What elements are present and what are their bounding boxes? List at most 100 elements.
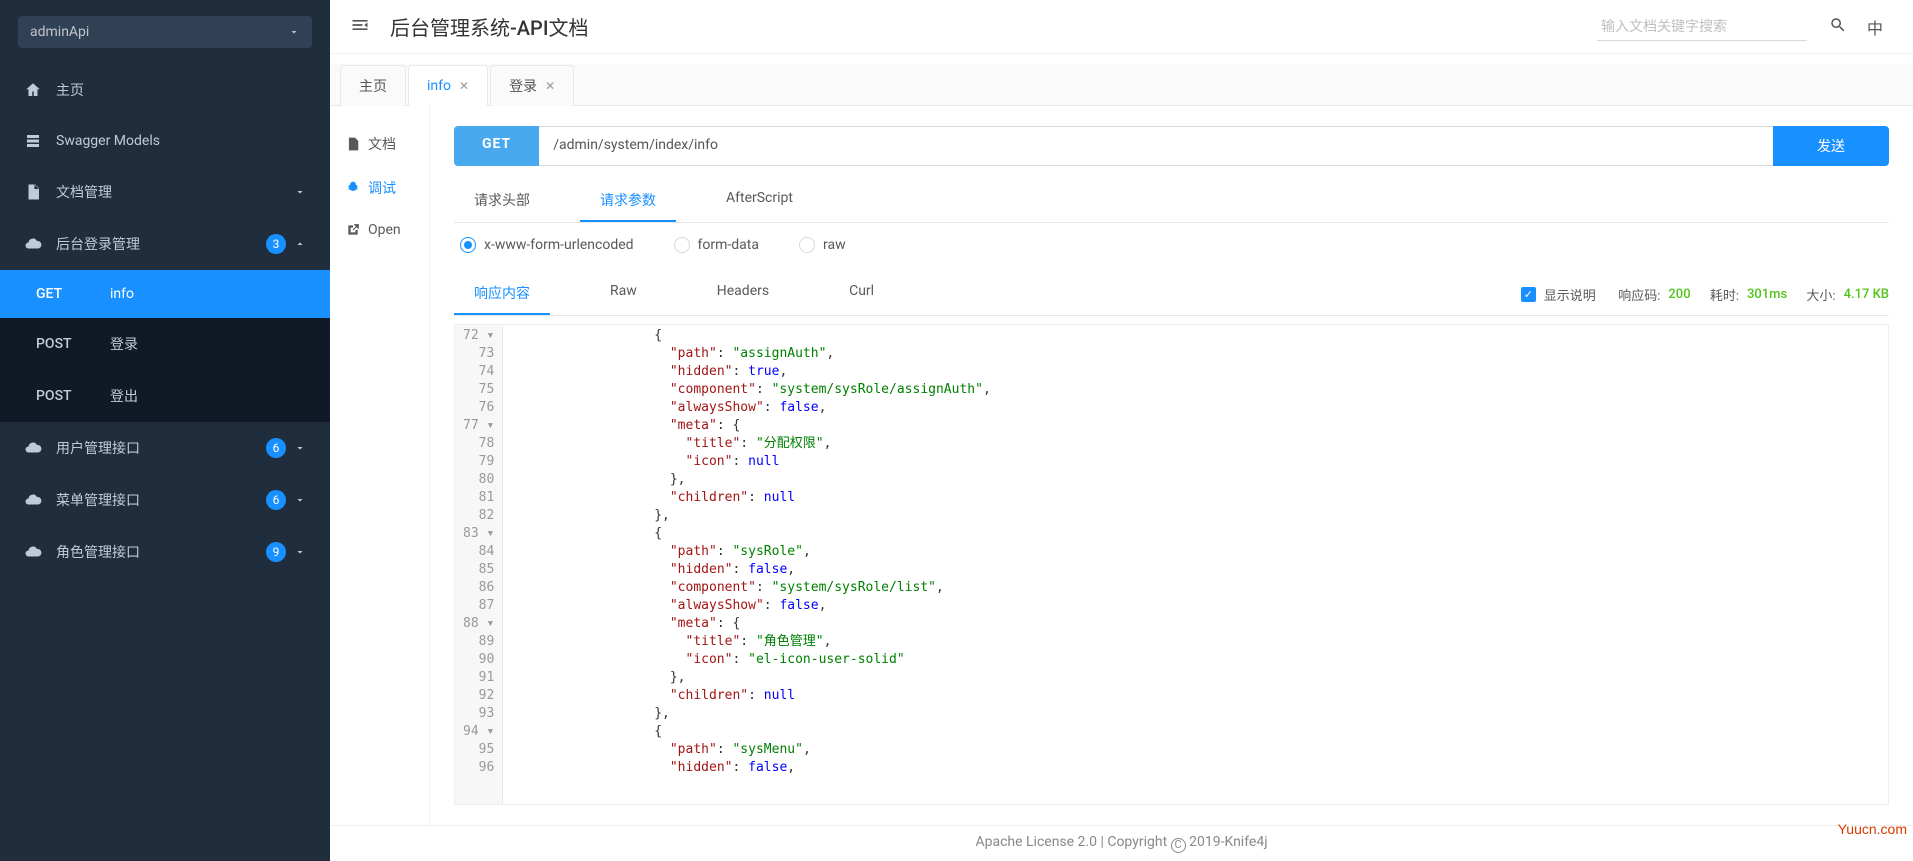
sidebar-subitem-label: info: [110, 286, 134, 302]
badge: 3: [266, 234, 286, 254]
left-nav-label: 调试: [368, 178, 396, 198]
tab-info[interactable]: info ✕: [408, 65, 488, 106]
left-nav-调试[interactable]: 调试: [330, 166, 429, 210]
response-time-label: 耗时:: [1710, 285, 1739, 304]
sidebar-item-label: 后台登录管理: [56, 234, 266, 254]
left-nav-文档[interactable]: 文档: [330, 122, 429, 166]
tab-bar: 主页 info ✕ 登录 ✕: [330, 64, 1913, 106]
radio-label: raw: [823, 237, 846, 253]
search-input[interactable]: [1597, 12, 1807, 41]
url-input[interactable]: /admin/system/index/info: [539, 126, 1773, 166]
tab-label: 登录: [509, 76, 537, 96]
chevron-up-icon: [294, 238, 306, 250]
show-desc-checkbox[interactable]: ✓: [1521, 287, 1536, 302]
footer: Apache License 2.0 | Copyright C 2019-Kn…: [330, 825, 1913, 861]
response-code-value: 200: [1668, 287, 1690, 302]
response-tab-响应内容[interactable]: 响应内容: [454, 273, 550, 315]
radio-label: x-www-form-urlencoded: [484, 237, 634, 253]
sidebar-subitem-label: 登出: [110, 386, 138, 406]
sidebar: adminApi 主页 Swagger Models 文档管理 后台登录管理 3…: [0, 0, 330, 861]
sidebar-item-菜单管理接口[interactable]: 菜单管理接口 6: [0, 474, 330, 526]
sidebar-item-label: 菜单管理接口: [56, 490, 266, 510]
sidebar-item-Swagger Models[interactable]: Swagger Models: [0, 116, 330, 166]
sidebar-item-用户管理接口[interactable]: 用户管理接口 6: [0, 422, 330, 474]
chevron-down-icon: [294, 494, 306, 506]
method-tag: GET: [36, 286, 82, 302]
left-nav-label: Open: [368, 222, 401, 238]
response-code-label: 响应码:: [1618, 285, 1660, 304]
content-type-radios: x-www-form-urlencoded form-data raw: [454, 237, 1889, 253]
radio-x-www-form-urlencoded[interactable]: x-www-form-urlencoded: [460, 237, 634, 253]
sidebar-subitem-label: 登录: [110, 334, 138, 354]
response-size-label: 大小:: [1806, 285, 1835, 304]
sidebar-subitem-登录[interactable]: POST 登录: [0, 318, 330, 370]
page-title: 后台管理系统-API文档: [390, 12, 1597, 41]
left-nav-label: 文档: [368, 134, 396, 154]
sidebar-subitem-登出[interactable]: POST 登出: [0, 370, 330, 422]
code-viewer[interactable]: 72 ▾7374757677 ▾787980818283 ▾8485868788…: [454, 324, 1889, 805]
tab-label: info: [427, 78, 451, 94]
collapse-sidebar-button[interactable]: [350, 15, 370, 39]
sidebar-item-角色管理接口[interactable]: 角色管理接口 9: [0, 526, 330, 578]
tab-主页[interactable]: 主页: [340, 65, 406, 106]
language-toggle[interactable]: 中: [1867, 15, 1883, 39]
api-selector-value: adminApi: [30, 24, 89, 40]
search-icon: [1829, 16, 1847, 34]
close-icon[interactable]: ✕: [459, 79, 469, 93]
sidebar-item-label: 用户管理接口: [56, 438, 266, 458]
badge: 9: [266, 542, 286, 562]
chevron-down-icon: [294, 442, 306, 454]
tab-登录[interactable]: 登录 ✕: [490, 65, 574, 106]
chevron-down-icon: [294, 186, 306, 198]
send-button[interactable]: 发送: [1773, 126, 1889, 166]
sidebar-item-文档管理[interactable]: 文档管理: [0, 166, 330, 218]
radio-icon: [799, 237, 815, 253]
response-tab-Raw[interactable]: Raw: [590, 273, 657, 315]
badge: 6: [266, 490, 286, 510]
sidebar-item-后台登录管理[interactable]: 后台登录管理 3: [0, 218, 330, 270]
bug-icon: [346, 181, 360, 195]
sidebar-item-label: 角色管理接口: [56, 542, 266, 562]
left-nav-Open[interactable]: Open: [330, 210, 429, 250]
param-tabs: 请求头部请求参数 AfterScript: [454, 180, 1889, 223]
response-tab-Headers[interactable]: Headers: [697, 273, 789, 315]
cloud-icon: [24, 543, 42, 561]
show-desc-label: 显示说明: [1544, 285, 1596, 304]
response-time-value: 301ms: [1747, 287, 1787, 302]
tab-label: 主页: [359, 76, 387, 96]
response-tab-Curl[interactable]: Curl: [829, 273, 894, 315]
cloud-icon: [24, 439, 42, 457]
radio-icon: [460, 237, 476, 253]
radio-label: form-data: [698, 237, 759, 253]
sidebar-subitem-info[interactable]: GET info: [0, 270, 330, 318]
chevron-down-icon: [288, 26, 300, 38]
param-tab-请求头部[interactable]: 请求头部: [454, 180, 550, 222]
radio-form-data[interactable]: form-data: [674, 237, 759, 253]
close-icon[interactable]: ✕: [545, 79, 555, 93]
sidebar-item-label: 主页: [56, 80, 306, 100]
response-header: 响应内容 Raw Headers Curl ✓ 显示说明 响应码: 200 耗时: 3…: [454, 273, 1889, 316]
home-icon: [24, 81, 42, 99]
method-tag: POST: [36, 336, 82, 352]
param-tab-AfterScript[interactable]: AfterScript: [706, 180, 813, 222]
cloud-icon: [24, 491, 42, 509]
menu-fold-icon: [350, 15, 370, 35]
cloud-icon: [24, 235, 42, 253]
badge: 6: [266, 438, 286, 458]
header: 后台管理系统-API文档 中: [330, 0, 1913, 54]
response-size-value: 4.17 KB: [1844, 287, 1889, 302]
api-selector[interactable]: adminApi: [18, 16, 312, 48]
request-bar: GET /admin/system/index/info 发送: [454, 126, 1889, 166]
search-button[interactable]: [1829, 16, 1847, 38]
radio-raw[interactable]: raw: [799, 237, 846, 253]
sidebar-item-label: 文档管理: [56, 182, 294, 202]
method-tag: POST: [36, 388, 82, 404]
models-icon: [24, 132, 42, 150]
file-icon: [346, 137, 360, 151]
left-nav: 文档调试 Open: [330, 106, 430, 825]
radio-icon: [674, 237, 690, 253]
main: 后台管理系统-API文档 中 主页 info ✕ 登录 ✕ 文档调试 Open GET /…: [330, 0, 1913, 861]
doc-manage-icon: [24, 183, 42, 201]
sidebar-item-主页[interactable]: 主页: [0, 64, 330, 116]
param-tab-请求参数[interactable]: 请求参数: [580, 180, 676, 222]
